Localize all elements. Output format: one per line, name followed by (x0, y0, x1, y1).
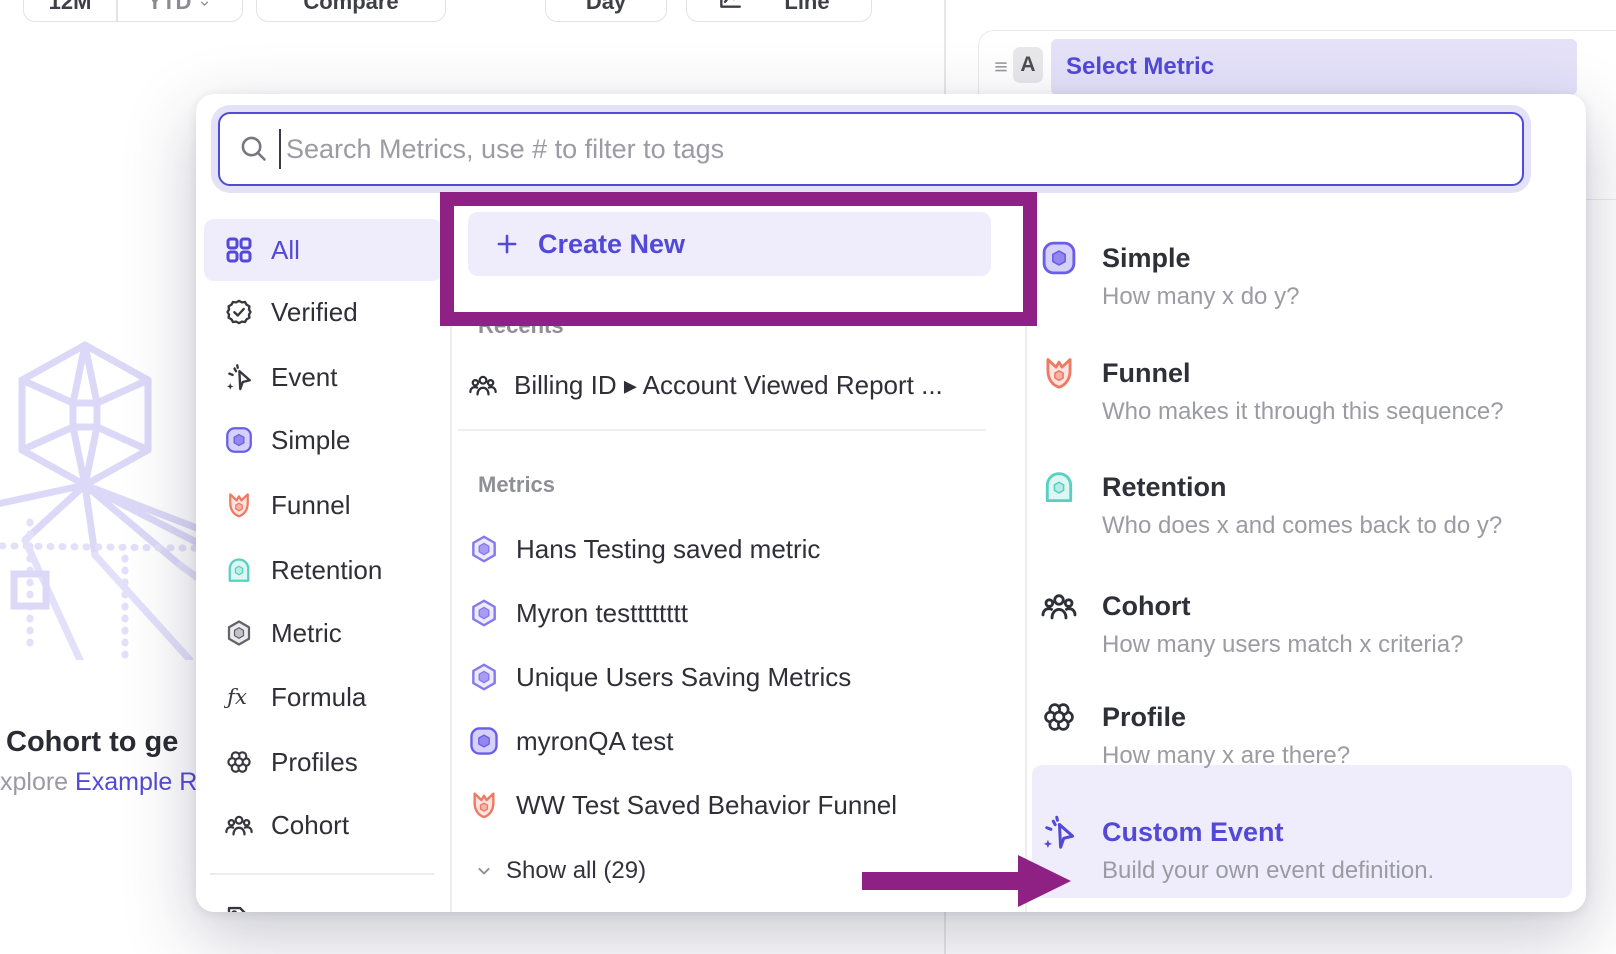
show-all-button[interactable]: Show all (29) (474, 848, 646, 894)
empty-state-headline-fragment: Cohort to ge (6, 726, 178, 759)
custom-event-row[interactable]: Custom Event Build your own event defini… (1040, 812, 1560, 890)
screen: 12M YTD Compare Day Line Cohort to ge xp… (0, 0, 1616, 954)
sidebar-item-simple[interactable]: Simple (204, 409, 442, 471)
sidebar-item-metric[interactable]: Metric (204, 602, 442, 664)
retention-icon (1040, 468, 1078, 506)
chevron-down-icon (474, 861, 494, 881)
sidebar-item-funnel[interactable]: Funnel (204, 474, 442, 536)
sidebar-item-verified[interactable]: Verified (204, 281, 442, 343)
verified-badge-icon (224, 297, 254, 327)
empty-state-subtext: xplore Example R (0, 768, 197, 797)
chevron-down-icon (198, 0, 211, 10)
text-caret (279, 129, 281, 169)
funnel-icon (468, 789, 500, 821)
metric-list-item[interactable]: myronQA test (468, 711, 988, 771)
sidebar-item-event[interactable]: Event (204, 346, 442, 408)
drag-handle-icon[interactable] (991, 56, 1011, 76)
event-cursor-icon (224, 362, 254, 392)
simple-metric-icon (468, 725, 500, 757)
date-range-segmented-control[interactable]: 12M YTD (23, 0, 243, 22)
metric-list-item[interactable]: Myron testttttttt (468, 583, 988, 643)
custom-event-icon (1040, 813, 1078, 851)
type-row-profile[interactable]: Profile How many x are there? (1040, 697, 1560, 775)
type-row-retention[interactable]: Retention Who does x and comes back to d… (1040, 467, 1560, 545)
metric-hexagon-purple-icon (468, 597, 500, 629)
sidebar-divider (210, 873, 434, 875)
section-divider (458, 429, 986, 431)
chart-type-line-button[interactable]: Line (686, 0, 872, 22)
metric-hexagon-purple-icon (468, 533, 500, 565)
recent-item-billing[interactable]: Billing ID ▸ Account Viewed Report ... (468, 355, 988, 415)
cohort-people-icon (224, 810, 254, 840)
retention-icon (224, 555, 254, 585)
granularity-day-button[interactable]: Day (545, 0, 667, 22)
profiles-flower-icon (1040, 698, 1078, 736)
metric-list-item[interactable]: WW Test Saved Behavior Funnel (468, 775, 988, 835)
metrics-heading: Metrics (478, 472, 555, 498)
annotation-arrow-head (1018, 855, 1071, 907)
annotation-arrow-shaft (862, 872, 1019, 890)
series-badge: A (1013, 47, 1043, 83)
sidebar-item-formula[interactable]: Formula (204, 666, 442, 728)
formula-icon (224, 682, 254, 712)
tag-icon (224, 904, 254, 912)
cohort-people-icon (468, 370, 498, 400)
sidebar-item-tags-partial[interactable] (204, 888, 442, 912)
range-12m-button[interactable]: 12M (24, 0, 116, 15)
sidebar-item-cohort[interactable]: Cohort (204, 794, 442, 856)
metric-list-item[interactable]: Unique Users Saving Metrics (468, 647, 988, 707)
simple-metric-icon (1040, 239, 1078, 277)
search-field-wrap (218, 112, 1524, 186)
funnel-icon (224, 490, 254, 520)
funnel-icon (1040, 354, 1078, 392)
compare-button[interactable]: Compare (256, 0, 446, 22)
search-input[interactable] (218, 112, 1524, 186)
sidebar-item-profiles[interactable]: Profiles (204, 731, 442, 793)
type-row-cohort[interactable]: Cohort How many users match x criteria? (1040, 586, 1560, 664)
metric-hexagon-purple-icon (468, 661, 500, 693)
sidebar-item-all[interactable]: All (204, 219, 442, 281)
metric-list-item[interactable]: Hans Testing saved metric (468, 519, 988, 579)
type-row-funnel[interactable]: Funnel Who makes it through this sequenc… (1040, 353, 1560, 431)
cohort-people-icon (1040, 587, 1078, 625)
annotation-highlight-box (440, 192, 1037, 326)
sidebar-item-retention[interactable]: Retention (204, 539, 442, 601)
profiles-flower-icon (224, 747, 254, 777)
search-icon (238, 133, 269, 164)
type-row-simple[interactable]: Simple How many x do y? (1040, 238, 1560, 316)
range-ytd-button[interactable]: YTD (116, 0, 242, 15)
simple-metric-icon (224, 425, 254, 455)
example-reports-link[interactable]: Example R (75, 768, 197, 796)
select-metric-pill[interactable]: Select Metric (1051, 39, 1577, 95)
grid-icon (224, 235, 254, 265)
metric-hexagon-icon (224, 618, 254, 648)
